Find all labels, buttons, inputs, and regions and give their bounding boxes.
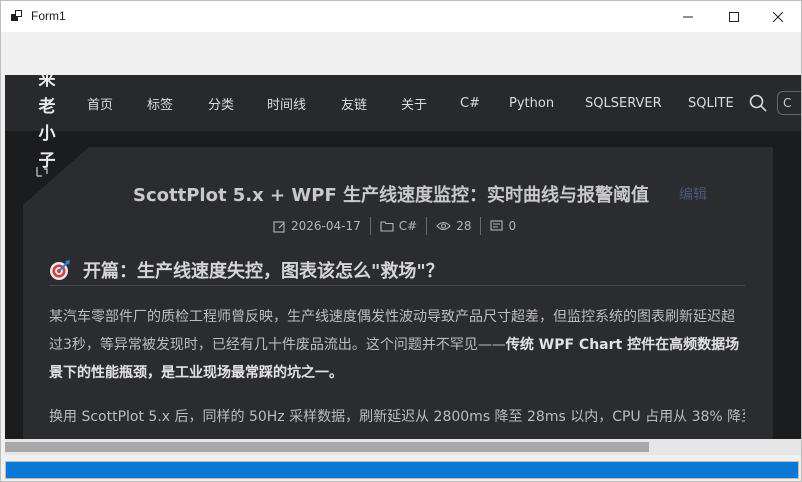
window-title: Form1: [31, 9, 66, 23]
article-meta: 2026-04-17 C# 28 0: [273, 217, 516, 235]
nav-home[interactable]: 首页: [87, 94, 147, 113]
logo-char: 小: [38, 124, 56, 144]
logo-char: 老: [38, 97, 56, 117]
date-text: 2026-04-17: [291, 219, 361, 233]
cursor-icon: [35, 165, 49, 179]
close-button[interactable]: [755, 1, 801, 32]
heading-text: 开篇：生产线速度失控，图表该怎么"救场"？: [83, 261, 444, 282]
nav-sqlite[interactable]: SQLITE: [688, 96, 744, 111]
progress-bar: [5, 461, 799, 479]
meta-views: 28: [436, 219, 471, 233]
progress-fill: [6, 462, 798, 478]
minimize-button[interactable]: [665, 1, 711, 32]
nav-python[interactable]: Python: [509, 96, 585, 111]
nav-sqlserver[interactable]: SQLSERVER: [585, 96, 688, 111]
minimize-icon: [683, 16, 693, 17]
heading-divider: [49, 285, 745, 286]
paragraph-1: 某汽车零部件厂的质检工程师曾反映，生产线速度偶发性波动导致产品尺寸超差，但监控系…: [49, 303, 745, 387]
meta-separator: [369, 217, 371, 235]
meta-category[interactable]: C#: [380, 219, 417, 233]
edit-date-icon: [273, 220, 285, 233]
horizontal-scrollbar[interactable]: [5, 439, 801, 455]
folder-icon: [380, 221, 394, 232]
title-bar[interactable]: Form1: [1, 1, 801, 32]
nav-menu: 首页 标签 分类 时间线 友链 关于 C# Python SQLSERVER S…: [75, 75, 744, 131]
search-icon[interactable]: [749, 94, 767, 112]
comments-count: 0: [508, 219, 517, 233]
edit-link[interactable]: 编辑: [679, 184, 707, 204]
meta-separator: [426, 217, 428, 235]
meta-separator: [480, 217, 482, 235]
site-nav-bar: 来 老 小 子 首页 标签 分类 时间线 友链 关于 C# Python SQL…: [5, 75, 801, 171]
web-view[interactable]: 来 老 小 子 首页 标签 分类 时间线 友链 关于 C# Python SQL…: [5, 75, 801, 455]
meta-date: 2026-04-17: [273, 219, 361, 233]
meta-comments[interactable]: 0: [490, 219, 516, 233]
category-text: C#: [398, 219, 418, 233]
nav-categories[interactable]: 分类: [208, 94, 267, 113]
nav-friend-links[interactable]: 友链: [341, 94, 401, 113]
close-icon: [773, 11, 783, 22]
eye-icon: [436, 221, 451, 231]
nav-extra-button[interactable]: C: [777, 91, 801, 115]
nav-csharp[interactable]: C#: [460, 96, 509, 111]
maximize-button[interactable]: [711, 1, 757, 32]
form-window: Form1 来 老 小 子 首页 标签 分类 时间线 友链 关于 C# Pyth…: [0, 0, 802, 482]
maximize-icon: [729, 11, 739, 22]
nav-timeline[interactable]: 时间线: [267, 94, 341, 113]
nav-about[interactable]: 关于: [401, 94, 460, 113]
target-icon: [50, 260, 70, 280]
logo-char: 来: [38, 75, 56, 90]
app-window-icon: [11, 10, 23, 22]
views-count: 28: [456, 219, 472, 233]
scrollbar-thumb[interactable]: [5, 442, 649, 452]
nav-tags[interactable]: 标签: [147, 94, 208, 113]
section-heading: 开篇：生产线速度失控，图表该怎么"救场"？: [49, 257, 444, 283]
comment-icon: [490, 219, 504, 231]
paragraph-2: 换用 ScottPlot 5.x 后，同样的 50Hz 采样数据，刷新延迟从 2…: [49, 409, 745, 425]
site-logo[interactable]: 来 老 小 子: [35, 75, 59, 175]
